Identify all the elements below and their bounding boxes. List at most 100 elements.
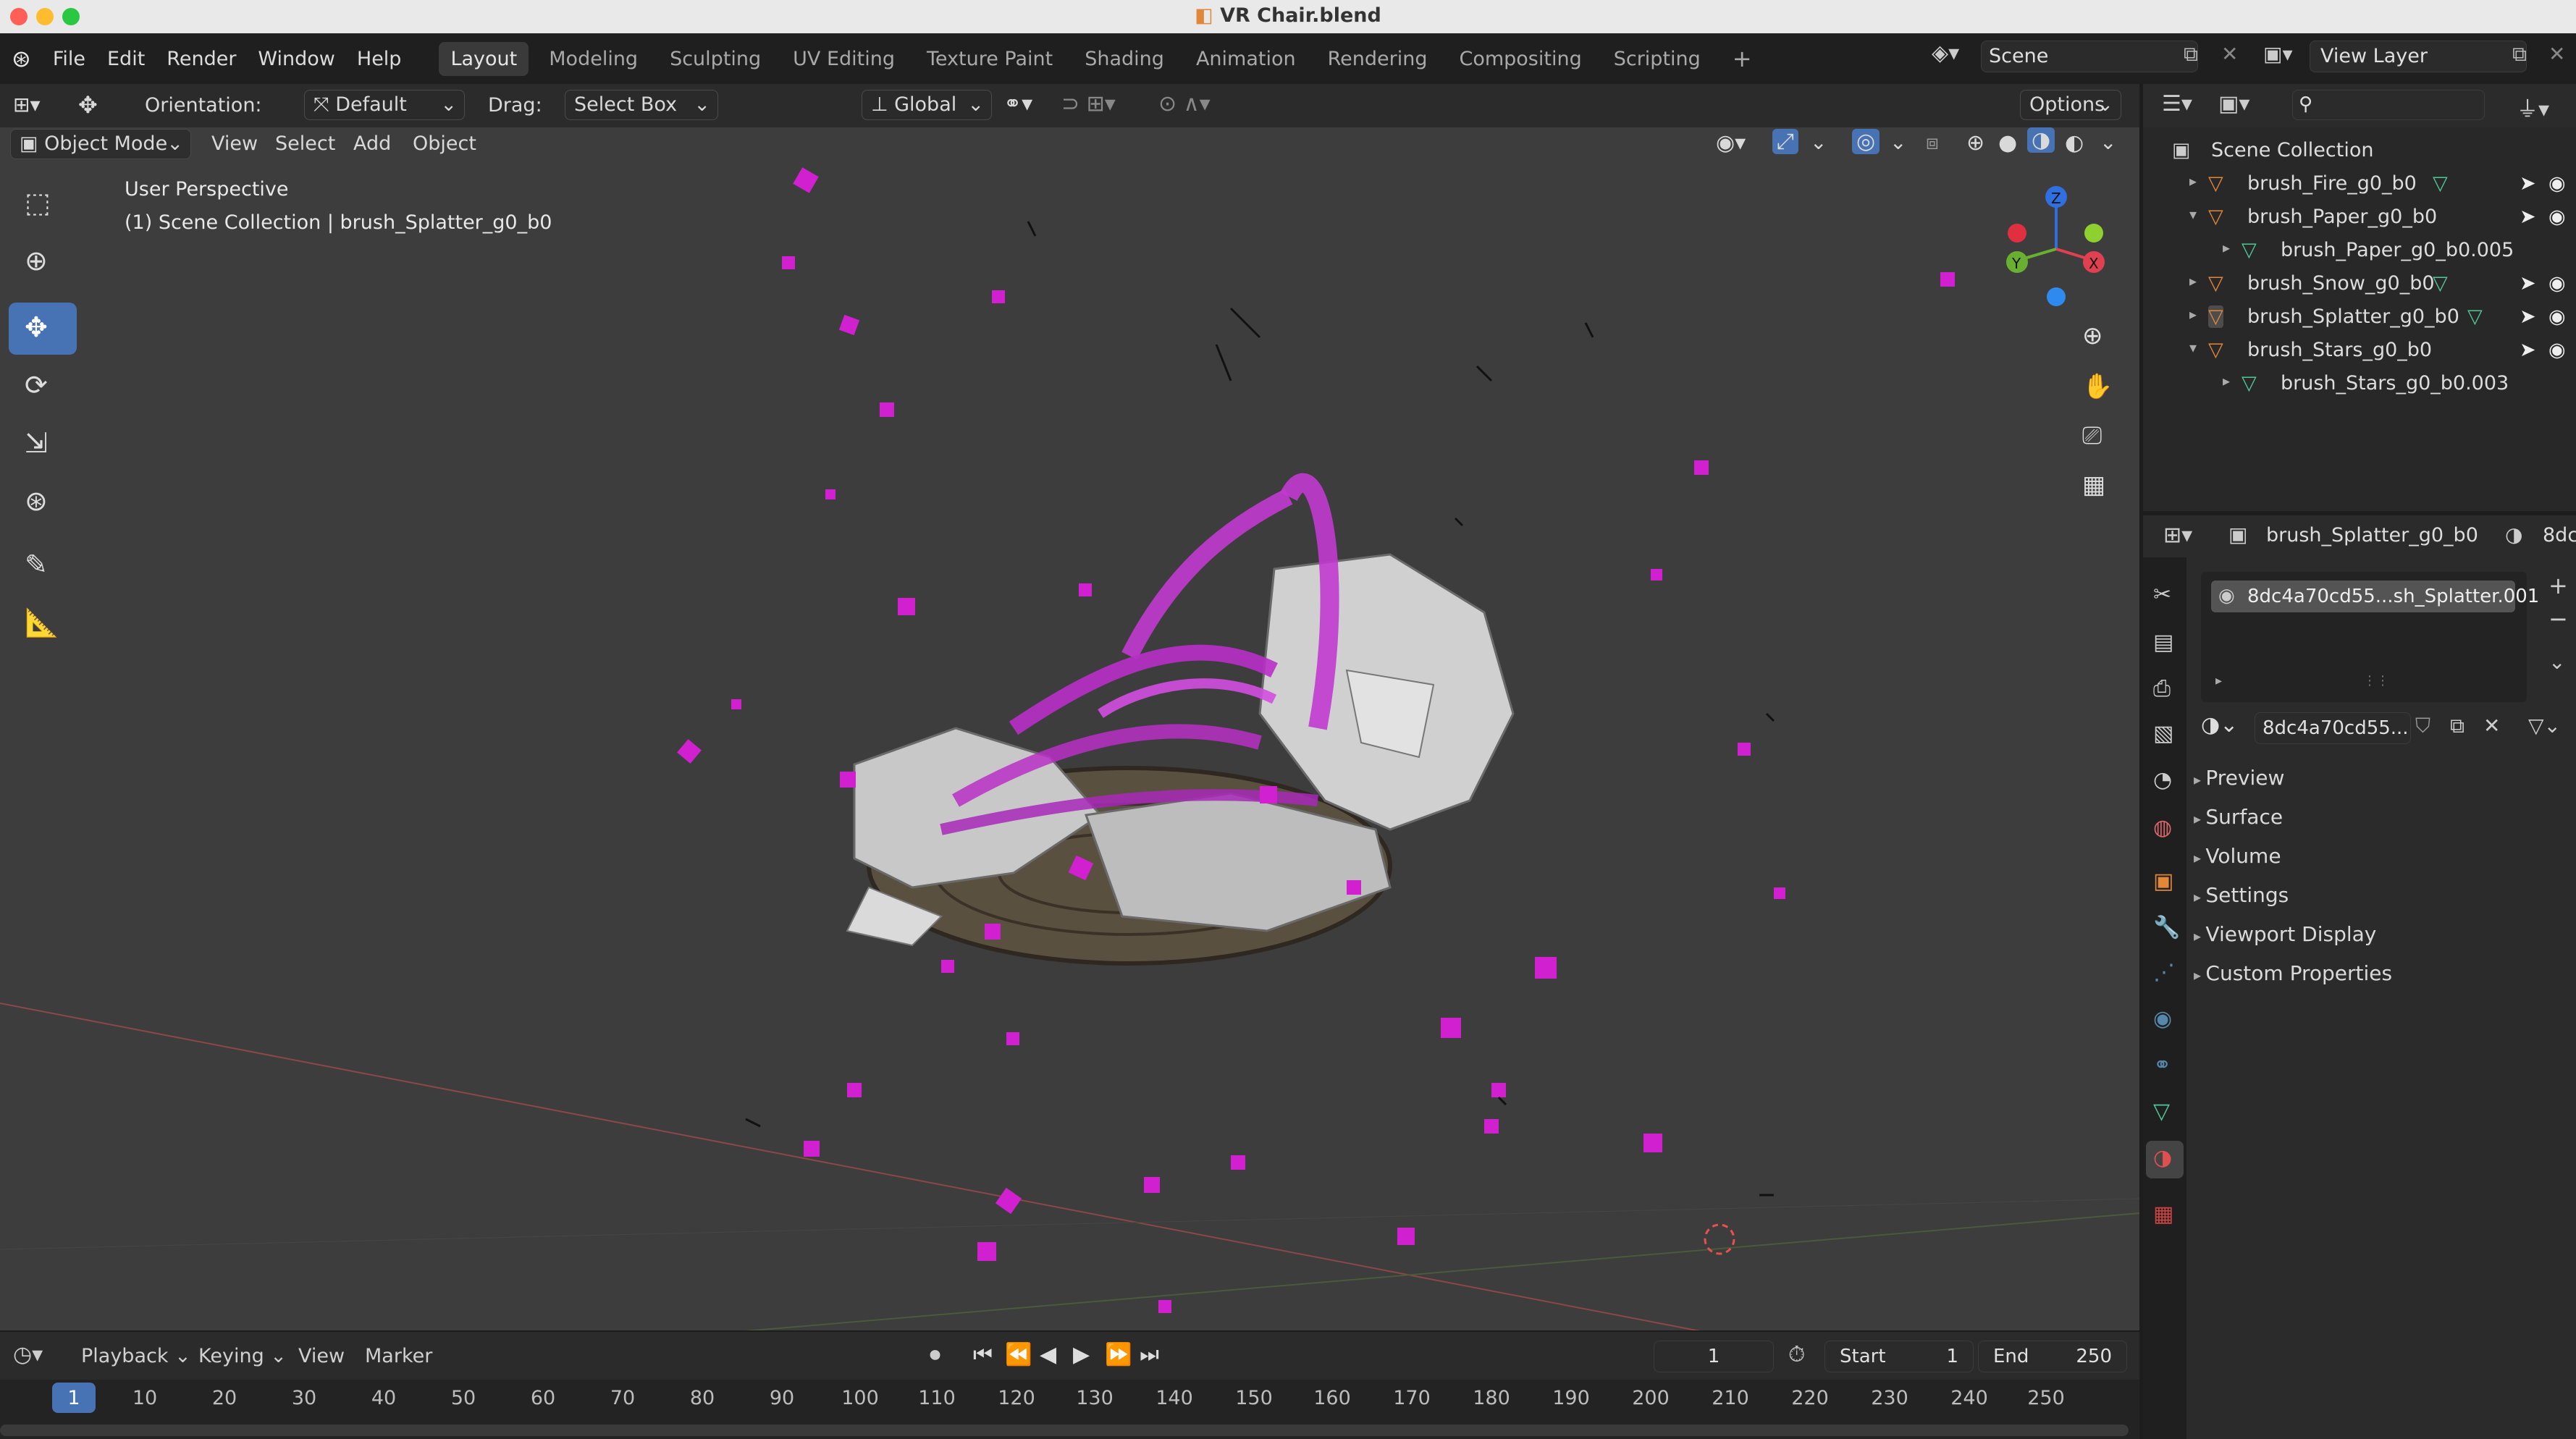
expand-arrow-icon[interactable]: ▸ (2223, 372, 2230, 389)
end-frame-field[interactable]: End 250 (1978, 1341, 2127, 1372)
physics-tab-icon[interactable]: ◉ (2153, 1006, 2172, 1031)
constraints-tab-icon[interactable]: ⚭ (2153, 1052, 2171, 1078)
output-tab-icon[interactable]: ⎙ (2153, 676, 2171, 701)
panel-custom-properties[interactable]: ▸ Custom Properties (2194, 961, 2392, 985)
view-layer-icon[interactable]: ▣▾ (2263, 42, 2293, 66)
timeline-ruler[interactable]: 1 10 20 30 40 50 60 70 80 90 100 110 120 130 140 150 160… (0, 1380, 2139, 1439)
eye-icon[interactable]: ◉ (2548, 272, 2566, 295)
transform-tool[interactable]: ⊛ (9, 476, 77, 528)
material-name-field[interactable]: 8dc4a70cd55... (2255, 712, 2411, 744)
texture-tab-icon[interactable]: ▦ (2153, 1202, 2173, 1227)
chevron-down-icon[interactable]: ⌄ (2100, 130, 2116, 154)
timeline-menu-marker[interactable]: Marker (365, 1345, 432, 1367)
wireframe-shading-icon[interactable]: ⊕ (1966, 130, 1984, 156)
eye-icon[interactable]: ◉ (2548, 172, 2566, 195)
tab-scripting[interactable]: Scripting (1602, 42, 1712, 76)
outliner-row-mesh[interactable]: ▸ ▽ brush_Stars_g0_b0.003 (2143, 372, 2576, 405)
modifiers-tab-icon[interactable]: 🔧 (2153, 915, 2180, 940)
tab-uv-editing[interactable]: UV Editing (781, 42, 906, 76)
chevron-down-icon[interactable]: ⌄ (1810, 130, 1827, 154)
viewport-menu-view[interactable]: View (211, 132, 258, 155)
outliner-row-object[interactable]: ▾ ▽ brush_Stars_g0_b0 ➤ ◉ (2143, 339, 2576, 372)
panel-preview[interactable]: ▸ Preview (2194, 766, 2284, 790)
timeline-menu-view[interactable]: View (298, 1345, 345, 1367)
chevron-down-icon[interactable]: ⌄ (1890, 130, 1906, 154)
select-arrow-icon[interactable]: ➤ (2520, 206, 2536, 228)
tab-layout[interactable]: Layout (439, 41, 529, 76)
record-icon[interactable]: ⏺ (930, 1342, 940, 1367)
view-layer-tab-icon[interactable]: ▧ (2153, 721, 2173, 746)
material-tab-active[interactable]: ◑ (2146, 1141, 2184, 1178)
duplicate-material-icon[interactable]: ⧉ (2450, 714, 2465, 738)
drag-dropdown[interactable]: Select Box ⌄ (565, 90, 718, 120)
options-dropdown[interactable]: Options ⌄ (2020, 90, 2121, 120)
link-data-icon[interactable]: ▽⌄ (2528, 714, 2561, 738)
viewport-menu-object[interactable]: Object (413, 132, 476, 155)
timeline-editor-icon[interactable]: ◷▾ (13, 1342, 43, 1367)
panel-volume[interactable]: ▸ Volume (2194, 844, 2281, 868)
expand-arrow-icon[interactable]: ▸ (2189, 305, 2197, 323)
expand-arrow-icon[interactable]: ▸ (2215, 673, 2222, 688)
outliner-row-object-active[interactable]: ▸ ▽ brush_Splatter_g0_b0 ▽ ➤ ◉ (2143, 305, 2576, 339)
tab-modeling[interactable]: Modeling (537, 42, 649, 76)
expand-arrow-icon[interactable]: ▸ (2189, 272, 2197, 290)
move-tool[interactable]: ✥ (9, 303, 77, 355)
play-reverse-icon[interactable]: ◀ (1040, 1342, 1056, 1367)
delete-view-layer-icon[interactable]: ✕ (2548, 42, 2565, 66)
preview-range-icon[interactable]: ⏱ (1788, 1342, 1805, 1367)
tab-texture-paint[interactable]: Texture Paint (915, 42, 1064, 76)
rotate-tool[interactable]: ⟳ (9, 360, 77, 413)
material-slot-item[interactable]: ◉ 8dc4a70cd55...sh_Splatter.001 (2211, 581, 2539, 612)
menu-render[interactable]: Render (167, 48, 236, 70)
fake-user-shield-icon[interactable]: ⛉ (2415, 714, 2430, 738)
tab-rendering[interactable]: Rendering (1316, 42, 1439, 76)
menu-help[interactable]: Help (357, 48, 402, 70)
3d-viewport[interactable]: Z Y X User Perspective (1) Scene Collect… (0, 164, 2139, 1330)
outliner-editor-icon[interactable]: ☰▾ (2162, 91, 2192, 117)
delete-scene-icon[interactable]: ✕ (2221, 42, 2238, 66)
outliner-row-mesh[interactable]: ▸ ▽ brush_Paper_g0_b0.005 (2143, 239, 2576, 272)
current-frame-field[interactable]: 1 (1654, 1341, 1774, 1372)
display-mode-icon[interactable]: ▣▾ (2218, 91, 2249, 117)
select-arrow-icon[interactable]: ➤ (2520, 272, 2536, 295)
resize-grip-icon[interactable]: ⋮⋮ (2363, 673, 2389, 688)
collapse-arrow-icon[interactable]: ▾ (2189, 206, 2197, 223)
menu-window[interactable]: Window (258, 48, 334, 70)
pivot-point-icon[interactable]: ⚭▾ (1003, 91, 1032, 117)
select-arrow-icon[interactable]: ➤ (2520, 305, 2536, 328)
tab-compositing[interactable]: Compositing (1447, 42, 1593, 76)
annotate-tool[interactable]: ✎ (9, 540, 77, 592)
properties-editor-icon[interactable]: ⊞▾ (2163, 523, 2192, 548)
scene-tab-icon[interactable]: ◔ (2153, 767, 2172, 793)
timeline-menu-keying[interactable]: Keying ⌄ (198, 1345, 287, 1367)
object-tab-icon[interactable]: ▣ (2153, 869, 2173, 894)
play-icon[interactable]: ▶ (1073, 1342, 1090, 1367)
xray-icon[interactable]: ⧈ (1926, 130, 1939, 155)
select-arrow-icon[interactable]: ➤ (2520, 339, 2536, 361)
timeline-menu-playback[interactable]: Playback ⌄ (81, 1345, 191, 1367)
transform-orientation-dropdown[interactable]: ⊥ Global ⌄ (862, 90, 992, 120)
camera-view-icon[interactable]: ⎚ (2082, 421, 2102, 450)
tab-sculpting[interactable]: Sculpting (658, 42, 773, 76)
select-box-tool[interactable]: ⬚ (9, 178, 77, 230)
render-tab-icon[interactable]: ▤ (2153, 630, 2173, 655)
browse-material-icon[interactable]: ◑⌄ (2201, 712, 2259, 744)
material-preview-icon[interactable]: ◑ (2027, 127, 2055, 153)
tab-shading[interactable]: Shading (1073, 42, 1176, 76)
view-layer-field[interactable]: View Layer (2310, 41, 2527, 72)
particles-tab-icon[interactable]: ⋰ (2153, 960, 2175, 985)
add-workspace-button[interactable]: + (1721, 39, 1764, 78)
snap-icon[interactable]: ⊃ ⊞▾ (1061, 91, 1116, 117)
eye-icon[interactable]: ◉ (2548, 206, 2566, 228)
select-arrow-icon[interactable]: ➤ (2520, 172, 2536, 195)
menu-edit[interactable]: Edit (107, 48, 145, 70)
overlays-icon[interactable]: ◎ (1852, 129, 1880, 154)
outliner-row-scene-collection[interactable]: ▣ Scene Collection (2143, 139, 2576, 172)
orientation-dropdown[interactable]: ⤧ Default ⌄ (304, 90, 465, 120)
rendered-shading-icon[interactable]: ◐ (2065, 130, 2084, 156)
tab-animation[interactable]: Animation (1184, 42, 1308, 76)
add-slot-icon[interactable]: + (2548, 572, 2568, 599)
next-keyframe-icon[interactable]: ⏩ (1105, 1342, 1132, 1367)
outliner-search-input[interactable]: ⚲ (2292, 90, 2485, 120)
eye-icon[interactable]: ◉ (2548, 339, 2566, 361)
